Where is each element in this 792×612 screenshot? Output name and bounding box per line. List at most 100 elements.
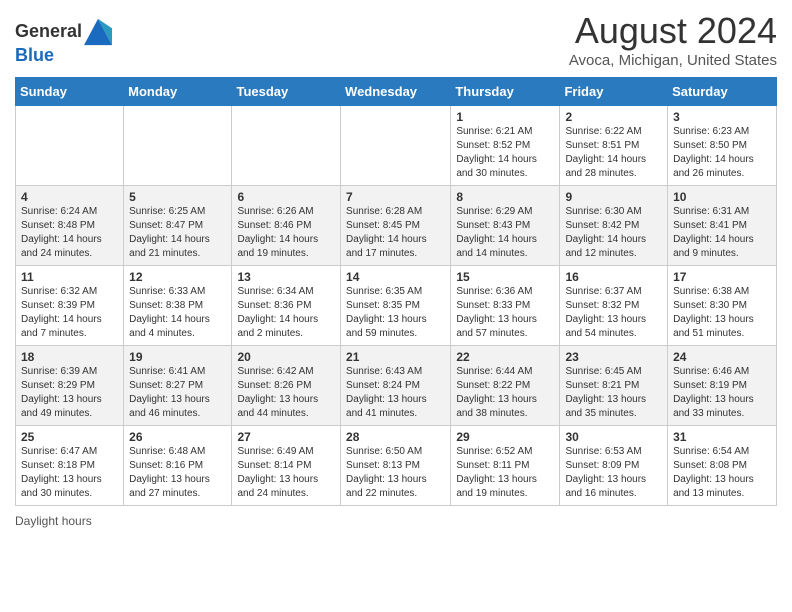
day-number: 14 <box>346 270 445 284</box>
calendar-cell: 18Sunrise: 6:39 AM Sunset: 8:29 PM Dayli… <box>16 346 124 426</box>
day-number: 2 <box>565 110 662 124</box>
day-number: 27 <box>237 430 335 444</box>
day-number: 19 <box>129 350 226 364</box>
calendar-cell: 26Sunrise: 6:48 AM Sunset: 8:16 PM Dayli… <box>124 426 232 506</box>
day-number: 5 <box>129 190 226 204</box>
day-number: 11 <box>21 270 118 284</box>
logo: General Blue <box>15 18 112 66</box>
calendar-cell: 17Sunrise: 6:38 AM Sunset: 8:30 PM Dayli… <box>668 266 777 346</box>
day-number: 18 <box>21 350 118 364</box>
cell-content: Sunrise: 6:23 AM Sunset: 8:50 PM Dayligh… <box>673 125 771 181</box>
calendar-cell: 24Sunrise: 6:46 AM Sunset: 8:19 PM Dayli… <box>668 346 777 426</box>
calendar-week-row: 18Sunrise: 6:39 AM Sunset: 8:29 PM Dayli… <box>16 346 777 426</box>
cell-content: Sunrise: 6:35 AM Sunset: 8:35 PM Dayligh… <box>346 285 445 341</box>
calendar-cell: 19Sunrise: 6:41 AM Sunset: 8:27 PM Dayli… <box>124 346 232 426</box>
day-number: 10 <box>673 190 771 204</box>
cell-content: Sunrise: 6:53 AM Sunset: 8:09 PM Dayligh… <box>565 445 662 501</box>
calendar-cell: 9Sunrise: 6:30 AM Sunset: 8:42 PM Daylig… <box>560 186 668 266</box>
day-number: 31 <box>673 430 771 444</box>
logo-blue: Blue <box>15 45 54 65</box>
calendar-week-row: 1Sunrise: 6:21 AM Sunset: 8:52 PM Daylig… <box>16 106 777 186</box>
calendar-header-row: SundayMondayTuesdayWednesdayThursdayFrid… <box>16 78 777 106</box>
cell-content: Sunrise: 6:28 AM Sunset: 8:45 PM Dayligh… <box>346 205 445 261</box>
cell-content: Sunrise: 6:50 AM Sunset: 8:13 PM Dayligh… <box>346 445 445 501</box>
calendar-cell: 7Sunrise: 6:28 AM Sunset: 8:45 PM Daylig… <box>341 186 451 266</box>
day-header-monday: Monday <box>124 78 232 106</box>
calendar-cell: 27Sunrise: 6:49 AM Sunset: 8:14 PM Dayli… <box>232 426 341 506</box>
calendar-cell <box>16 106 124 186</box>
day-number: 6 <box>237 190 335 204</box>
calendar-cell <box>124 106 232 186</box>
calendar-cell: 13Sunrise: 6:34 AM Sunset: 8:36 PM Dayli… <box>232 266 341 346</box>
calendar-week-row: 11Sunrise: 6:32 AM Sunset: 8:39 PM Dayli… <box>16 266 777 346</box>
day-number: 24 <box>673 350 771 364</box>
calendar-table: SundayMondayTuesdayWednesdayThursdayFrid… <box>15 77 777 506</box>
day-number: 16 <box>565 270 662 284</box>
cell-content: Sunrise: 6:31 AM Sunset: 8:41 PM Dayligh… <box>673 205 771 261</box>
calendar-cell: 14Sunrise: 6:35 AM Sunset: 8:35 PM Dayli… <box>341 266 451 346</box>
day-header-tuesday: Tuesday <box>232 78 341 106</box>
day-number: 30 <box>565 430 662 444</box>
cell-content: Sunrise: 6:38 AM Sunset: 8:30 PM Dayligh… <box>673 285 771 341</box>
calendar-cell: 15Sunrise: 6:36 AM Sunset: 8:33 PM Dayli… <box>451 266 560 346</box>
logo-icon <box>84 18 112 46</box>
calendar-cell: 4Sunrise: 6:24 AM Sunset: 8:48 PM Daylig… <box>16 186 124 266</box>
day-number: 13 <box>237 270 335 284</box>
day-header-saturday: Saturday <box>668 78 777 106</box>
day-number: 9 <box>565 190 662 204</box>
cell-content: Sunrise: 6:34 AM Sunset: 8:36 PM Dayligh… <box>237 285 335 341</box>
calendar-cell: 5Sunrise: 6:25 AM Sunset: 8:47 PM Daylig… <box>124 186 232 266</box>
day-number: 7 <box>346 190 445 204</box>
cell-content: Sunrise: 6:48 AM Sunset: 8:16 PM Dayligh… <box>129 445 226 501</box>
cell-content: Sunrise: 6:21 AM Sunset: 8:52 PM Dayligh… <box>456 125 554 181</box>
cell-content: Sunrise: 6:54 AM Sunset: 8:08 PM Dayligh… <box>673 445 771 501</box>
cell-content: Sunrise: 6:24 AM Sunset: 8:48 PM Dayligh… <box>21 205 118 261</box>
cell-content: Sunrise: 6:36 AM Sunset: 8:33 PM Dayligh… <box>456 285 554 341</box>
cell-content: Sunrise: 6:29 AM Sunset: 8:43 PM Dayligh… <box>456 205 554 261</box>
month-year-title: August 2024 <box>569 10 777 52</box>
calendar-cell: 12Sunrise: 6:33 AM Sunset: 8:38 PM Dayli… <box>124 266 232 346</box>
cell-content: Sunrise: 6:22 AM Sunset: 8:51 PM Dayligh… <box>565 125 662 181</box>
cell-content: Sunrise: 6:41 AM Sunset: 8:27 PM Dayligh… <box>129 365 226 421</box>
cell-content: Sunrise: 6:46 AM Sunset: 8:19 PM Dayligh… <box>673 365 771 421</box>
calendar-cell: 8Sunrise: 6:29 AM Sunset: 8:43 PM Daylig… <box>451 186 560 266</box>
calendar-cell: 1Sunrise: 6:21 AM Sunset: 8:52 PM Daylig… <box>451 106 560 186</box>
calendar-footer: Daylight hours <box>15 514 777 528</box>
day-number: 12 <box>129 270 226 284</box>
day-number: 22 <box>456 350 554 364</box>
day-number: 25 <box>21 430 118 444</box>
day-number: 29 <box>456 430 554 444</box>
calendar-week-row: 4Sunrise: 6:24 AM Sunset: 8:48 PM Daylig… <box>16 186 777 266</box>
cell-content: Sunrise: 6:45 AM Sunset: 8:21 PM Dayligh… <box>565 365 662 421</box>
day-number: 15 <box>456 270 554 284</box>
cell-content: Sunrise: 6:30 AM Sunset: 8:42 PM Dayligh… <box>565 205 662 261</box>
day-number: 28 <box>346 430 445 444</box>
daylight-label: Daylight hours <box>15 514 92 528</box>
page-header: General Blue August 2024 Avoca, Michigan… <box>15 10 777 69</box>
day-header-thursday: Thursday <box>451 78 560 106</box>
calendar-cell: 22Sunrise: 6:44 AM Sunset: 8:22 PM Dayli… <box>451 346 560 426</box>
calendar-cell: 11Sunrise: 6:32 AM Sunset: 8:39 PM Dayli… <box>16 266 124 346</box>
day-number: 21 <box>346 350 445 364</box>
calendar-cell: 25Sunrise: 6:47 AM Sunset: 8:18 PM Dayli… <box>16 426 124 506</box>
logo-text: General Blue <box>15 18 112 66</box>
day-header-wednesday: Wednesday <box>341 78 451 106</box>
cell-content: Sunrise: 6:49 AM Sunset: 8:14 PM Dayligh… <box>237 445 335 501</box>
day-number: 17 <box>673 270 771 284</box>
calendar-cell: 23Sunrise: 6:45 AM Sunset: 8:21 PM Dayli… <box>560 346 668 426</box>
cell-content: Sunrise: 6:25 AM Sunset: 8:47 PM Dayligh… <box>129 205 226 261</box>
logo-general: General <box>15 21 82 41</box>
cell-content: Sunrise: 6:26 AM Sunset: 8:46 PM Dayligh… <box>237 205 335 261</box>
day-number: 1 <box>456 110 554 124</box>
cell-content: Sunrise: 6:37 AM Sunset: 8:32 PM Dayligh… <box>565 285 662 341</box>
day-number: 4 <box>21 190 118 204</box>
cell-content: Sunrise: 6:47 AM Sunset: 8:18 PM Dayligh… <box>21 445 118 501</box>
calendar-cell: 16Sunrise: 6:37 AM Sunset: 8:32 PM Dayli… <box>560 266 668 346</box>
cell-content: Sunrise: 6:43 AM Sunset: 8:24 PM Dayligh… <box>346 365 445 421</box>
calendar-cell: 30Sunrise: 6:53 AM Sunset: 8:09 PM Dayli… <box>560 426 668 506</box>
location-subtitle: Avoca, Michigan, United States <box>569 52 777 69</box>
day-header-friday: Friday <box>560 78 668 106</box>
calendar-cell: 20Sunrise: 6:42 AM Sunset: 8:26 PM Dayli… <box>232 346 341 426</box>
calendar-cell: 3Sunrise: 6:23 AM Sunset: 8:50 PM Daylig… <box>668 106 777 186</box>
calendar-cell: 21Sunrise: 6:43 AM Sunset: 8:24 PM Dayli… <box>341 346 451 426</box>
